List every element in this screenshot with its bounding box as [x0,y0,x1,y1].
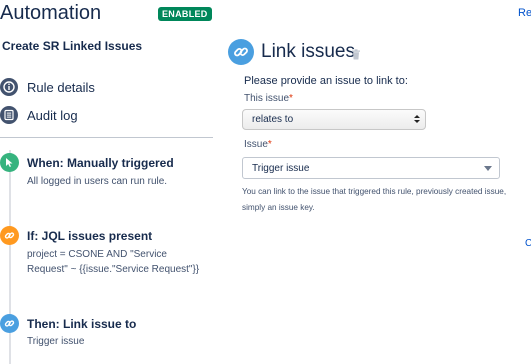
nav-item-label: Rule details [27,79,95,95]
issue-dropdown[interactable]: Trigger issue [242,157,500,179]
step-action-description: Trigger issue [27,336,85,347]
component-title: Link issues [261,41,355,62]
link-icon [228,39,254,65]
edge-link[interactable]: C [525,238,531,249]
nav-item-label: Audit log [27,107,78,123]
help-line: simply an issue key. [242,203,315,212]
status-badge: ENABLED [158,7,212,21]
step-trigger-description: All logged in users can run rule. [27,176,168,187]
step-condition-description: project = CSONE AND "Service [27,249,167,260]
step-trigger-title[interactable]: When: Manually triggered [27,156,174,170]
issue-value: Trigger issue [252,163,310,174]
list-icon [0,106,18,124]
step-condition-description: Request" ~ {{issue."Service Request"}} [27,264,200,275]
rule-name: Create SR Linked Issues [2,39,143,53]
required-asterisk: * [267,139,272,150]
page-title: Automation [0,2,102,24]
step-condition-title[interactable]: If: JQL issues present [27,229,152,243]
this-issue-label: This issue* [244,93,293,104]
step-action-title[interactable]: Then: Link issue to [27,317,136,331]
issue-label: Issue* [244,139,272,150]
link-prompt: Please provide an issue to link to: [244,75,408,87]
trash-icon[interactable] [351,47,361,65]
required-asterisk: * [289,93,293,104]
link-type-value: relates to [252,114,294,125]
link-type-select[interactable]: relates to [242,109,426,130]
nav-item-rule-details[interactable]: Rule details [0,78,95,96]
help-text: You can link to the issue that triggered… [242,184,531,216]
link-icon [0,226,19,245]
chevron-down-icon [484,166,492,171]
cursor-icon [0,153,19,172]
chevron-updown-icon [414,115,420,123]
top-right-link[interactable]: Re [518,7,531,19]
help-line: You can link to the issue that triggered… [242,187,507,196]
info-icon [0,78,18,96]
nav-item-audit-log[interactable]: Audit log [0,106,78,124]
divider [0,137,213,138]
link-icon [0,314,19,333]
